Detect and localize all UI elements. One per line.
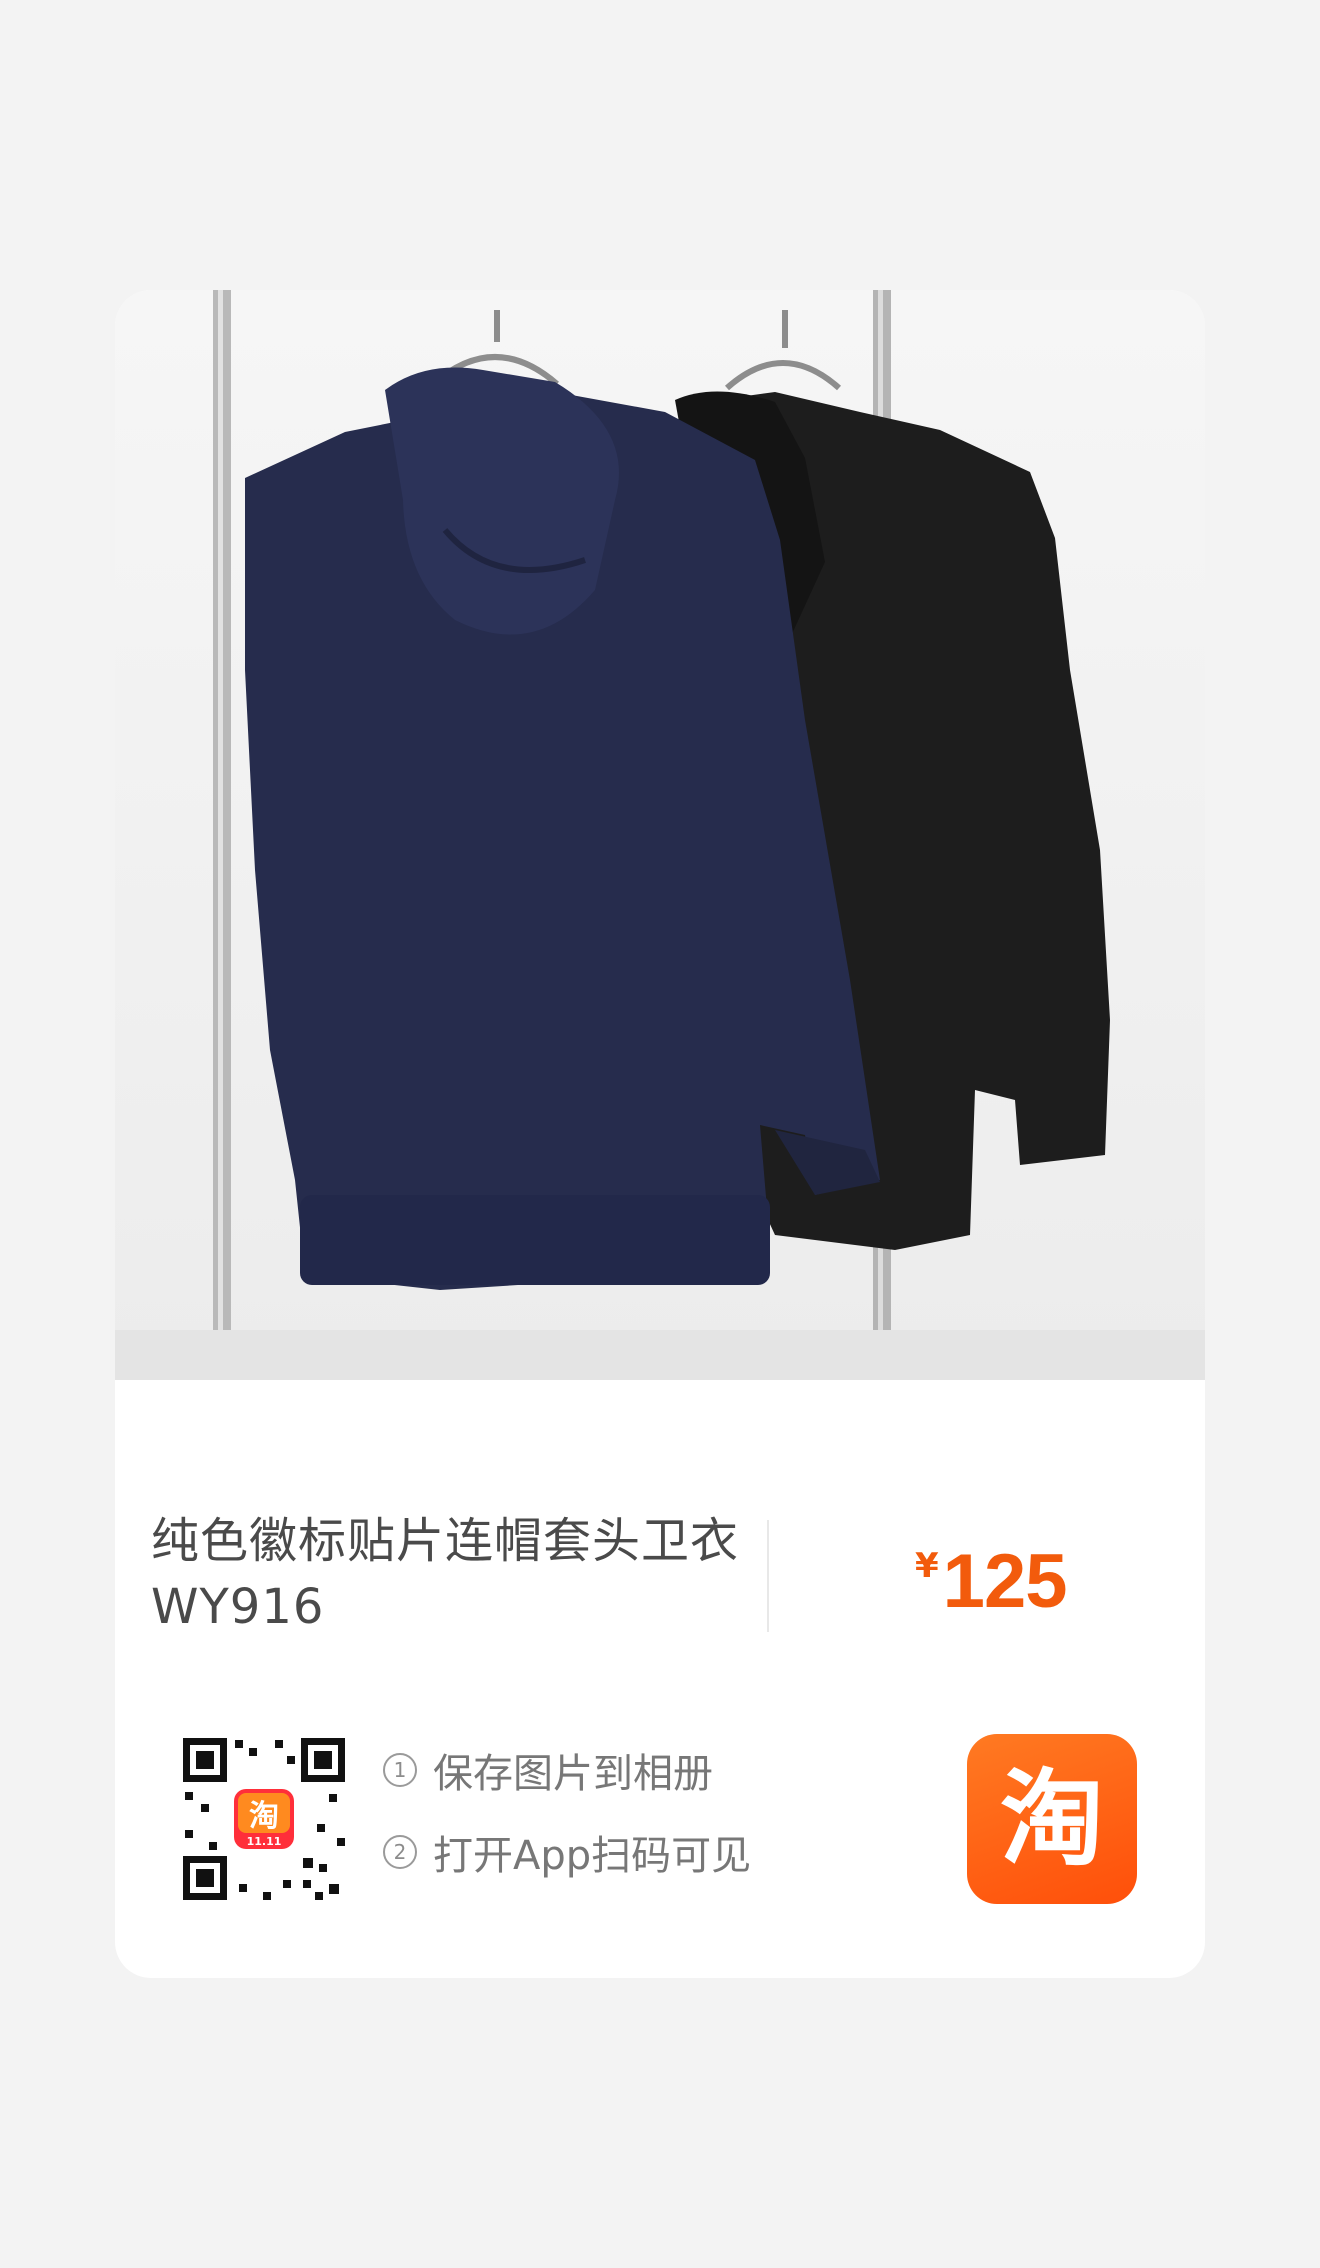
- product-title: 纯色徽标贴片连帽套头卫衣 WY916: [151, 1508, 791, 1640]
- qr-badge-text: 淘: [249, 1799, 279, 1834]
- product-title-line2: WY916: [151, 1579, 325, 1635]
- step-number: 2: [383, 1835, 417, 1869]
- price-amount: 125: [942, 1539, 1068, 1624]
- qr-code[interactable]: 淘 11.11: [179, 1734, 349, 1904]
- product-photo[interactable]: [115, 290, 1205, 1380]
- currency-symbol: ¥: [915, 1546, 939, 1586]
- step-text: 保存图片到相册: [433, 1751, 713, 1797]
- qr-code-icon: 淘 11.11: [179, 1734, 349, 1904]
- divider: [767, 1520, 769, 1632]
- product-title-line1: 纯色徽标贴片连帽套头卫衣: [151, 1513, 740, 1569]
- share-card: 纯色徽标贴片连帽套头卫衣 WY916 ¥125 淘 11.11 1 保存图片到相…: [115, 290, 1205, 1978]
- product-image: [115, 290, 1205, 1380]
- price: ¥125: [915, 1538, 1068, 1625]
- step-number: 1: [383, 1753, 417, 1787]
- step-open-app: 2 打开App扫码可见: [383, 1824, 751, 1880]
- share-steps: 1 保存图片到相册 2 打开App扫码可见: [383, 1742, 751, 1906]
- qr-badge-sub: 11.11: [247, 1835, 282, 1848]
- taobao-logo-icon[interactable]: 淘: [967, 1734, 1137, 1904]
- step-text: 打开App扫码可见: [433, 1833, 752, 1879]
- step-save: 1 保存图片到相册: [383, 1742, 751, 1798]
- taobao-logo-char: 淘: [999, 1758, 1104, 1880]
